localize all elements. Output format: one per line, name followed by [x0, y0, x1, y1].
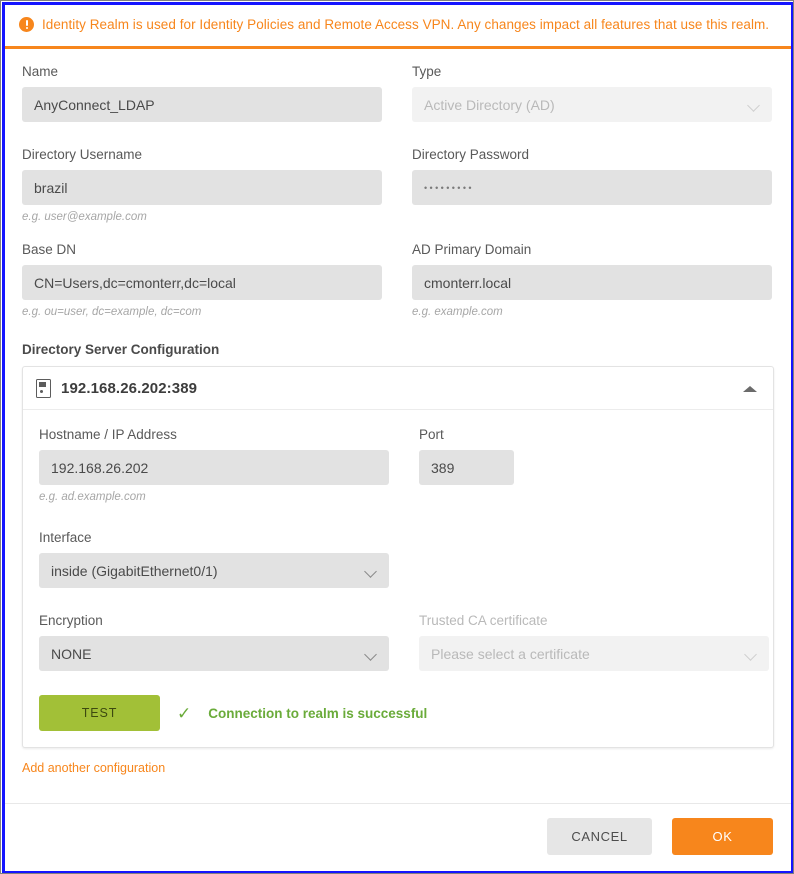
name-input-value: AnyConnect_LDAP: [34, 96, 155, 113]
warning-icon: [19, 17, 34, 32]
check-icon: ✓: [177, 703, 192, 723]
ad-primary-domain-value: cmonterr.local: [424, 274, 512, 291]
field-group-hostname: Hostname / IP Address 192.168.26.202 e.g…: [39, 426, 389, 505]
field-group-directory-password: Directory Password •••••••••: [412, 146, 772, 225]
directory-server-configuration-title: Directory Server Configuration: [22, 342, 220, 357]
warning-banner-text: Identity Realm is used for Identity Poli…: [42, 17, 770, 32]
interface-select[interactable]: inside (GigabitEthernet0/1): [39, 553, 389, 588]
realm-form-body: Name AnyConnect_LDAP Type Active Directo…: [5, 49, 791, 803]
port-label: Port: [419, 427, 444, 442]
directory-username-label: Directory Username: [22, 147, 143, 162]
trusted-ca-label: Trusted CA certificate: [419, 613, 548, 628]
server-row-host-port: Hostname / IP Address 192.168.26.202 e.g…: [39, 426, 757, 505]
type-select-value: Active Directory (AD): [424, 96, 555, 113]
directory-password-label: Directory Password: [412, 147, 530, 162]
server-row-interface: Interface inside (GigabitEthernet0/1): [39, 529, 757, 588]
encryption-select[interactable]: NONE: [39, 636, 389, 671]
name-label: Name: [22, 64, 59, 79]
server-row-encryption-ca: Encryption NONE Trusted CA certificate P…: [39, 612, 769, 671]
encryption-select-value: NONE: [51, 645, 92, 662]
directory-server-card-header[interactable]: 192.168.26.202:389: [23, 367, 773, 410]
directory-server-card: 192.168.26.202:389 Hostname / IP Address…: [22, 366, 774, 748]
hostname-hint: e.g. ad.example.com: [39, 491, 146, 503]
ok-button[interactable]: OK: [672, 818, 773, 855]
chevron-down-icon: [365, 565, 377, 577]
server-icon: [36, 379, 51, 398]
field-group-name: Name AnyConnect_LDAP: [22, 63, 382, 122]
directory-username-value: brazil: [34, 179, 68, 196]
hostname-input[interactable]: 192.168.26.202: [39, 450, 389, 485]
type-label: Type: [412, 64, 442, 79]
add-another-configuration-link[interactable]: Add another configuration: [22, 761, 165, 775]
row-spacer: [22, 225, 774, 241]
name-input[interactable]: AnyConnect_LDAP: [22, 87, 382, 122]
directory-server-card-title: 192.168.26.202:389: [61, 380, 198, 397]
identity-realm-warning-banner: Identity Realm is used for Identity Poli…: [5, 5, 791, 49]
cancel-button[interactable]: CANCEL: [547, 818, 652, 855]
field-group-interface: Interface inside (GigabitEthernet0/1): [39, 529, 389, 588]
row-spacer: [39, 588, 757, 612]
chevron-down-icon: [745, 648, 757, 660]
chevron-down-icon: [748, 99, 760, 111]
form-row-credentials: Directory Username brazil e.g. user@exam…: [22, 146, 774, 225]
hostname-value: 192.168.26.202: [51, 459, 149, 476]
field-group-base-dn: Base DN CN=Users,dc=cmonterr,dc=local e.…: [22, 241, 382, 320]
base-dn-value: CN=Users,dc=cmonterr,dc=local: [34, 274, 236, 291]
directory-server-card-body: Hostname / IP Address 192.168.26.202 e.g…: [23, 410, 773, 747]
directory-password-value: •••••••••: [424, 183, 474, 193]
field-group-trusted-ca: Trusted CA certificate Please select a c…: [419, 612, 769, 671]
hostname-label: Hostname / IP Address: [39, 427, 177, 442]
test-result-message: Connection to realm is successful: [208, 705, 428, 721]
field-group-port: Port 389: [419, 426, 514, 505]
ad-primary-domain-input[interactable]: cmonterr.local: [412, 265, 772, 300]
directory-password-input[interactable]: •••••••••: [412, 170, 772, 205]
field-group-directory-username: Directory Username brazil e.g. user@exam…: [22, 146, 382, 225]
interface-select-value: inside (GigabitEthernet0/1): [51, 562, 218, 579]
trusted-ca-placeholder: Please select a certificate: [431, 645, 590, 662]
ad-primary-domain-hint: e.g. example.com: [412, 306, 503, 318]
row-spacer: [22, 122, 774, 146]
base-dn-label: Base DN: [22, 242, 77, 257]
directory-username-hint: e.g. user@example.com: [22, 211, 147, 223]
row-spacer: [39, 505, 757, 529]
type-select[interactable]: Active Directory (AD): [412, 87, 772, 122]
base-dn-hint: e.g. ou=user, dc=example, dc=com: [22, 306, 202, 318]
port-value: 389: [431, 459, 455, 476]
caret-up-icon[interactable]: [743, 385, 757, 392]
form-row-name-type: Name AnyConnect_LDAP Type Active Directo…: [22, 63, 774, 122]
ad-primary-domain-label: AD Primary Domain: [412, 242, 532, 257]
field-group-encryption: Encryption NONE: [39, 612, 389, 671]
encryption-label: Encryption: [39, 613, 103, 628]
port-input[interactable]: 389: [419, 450, 514, 485]
trusted-ca-select[interactable]: Please select a certificate: [419, 636, 769, 671]
chevron-down-icon: [365, 648, 377, 660]
dialog-footer: CANCEL OK: [5, 803, 791, 871]
field-group-type: Type Active Directory (AD): [412, 63, 772, 122]
edit-identity-realm-dialog: Identity Realm is used for Identity Poli…: [2, 2, 793, 873]
directory-username-input[interactable]: brazil: [22, 170, 382, 205]
screenshot-viewport: Identity Realm is used for Identity Poli…: [0, 0, 794, 874]
base-dn-input[interactable]: CN=Users,dc=cmonterr,dc=local: [22, 265, 382, 300]
field-group-ad-primary-domain: AD Primary Domain cmonterr.local e.g. ex…: [412, 241, 772, 320]
test-connection-row: TEST ✓ Connection to realm is successful: [39, 695, 757, 731]
form-row-dn-domain: Base DN CN=Users,dc=cmonterr,dc=local e.…: [22, 241, 774, 320]
test-button[interactable]: TEST: [39, 695, 160, 731]
interface-label: Interface: [39, 530, 92, 545]
